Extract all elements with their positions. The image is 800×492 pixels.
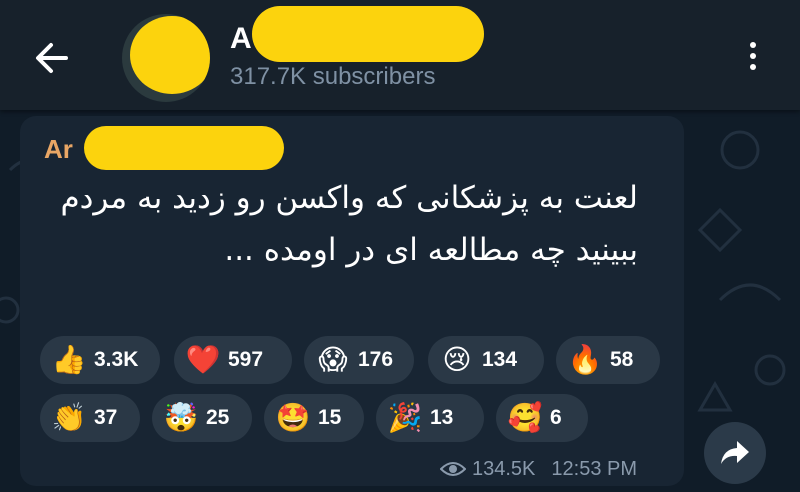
message-author[interactable]: Ar: [44, 134, 73, 165]
eye-icon: [440, 462, 466, 476]
author-redaction: [84, 126, 284, 170]
clapping-hands-icon: 👏: [51, 401, 87, 434]
channel-title[interactable]: A: [230, 22, 252, 56]
reaction-party[interactable]: 🎉 13: [376, 394, 484, 442]
reaction-count: 597: [228, 348, 264, 371]
subscriber-count: 317.7K subscribers: [230, 63, 436, 90]
avatar-redaction: [130, 16, 210, 94]
more-vertical-icon: [740, 42, 766, 70]
reaction-count: 6: [550, 406, 562, 429]
fire-icon: 🔥: [567, 343, 603, 376]
back-button[interactable]: [30, 38, 74, 78]
reaction-crying[interactable]: 😢 134: [428, 336, 544, 384]
heart-icon: ❤️: [185, 343, 221, 376]
title-redaction: [252, 6, 484, 62]
reaction-smiling-hearts[interactable]: 🥰 6: [496, 394, 588, 442]
message-meta: 134.5K 12:53 PM: [440, 456, 637, 482]
reaction-count: 134: [482, 348, 518, 371]
arrow-left-icon: [36, 43, 68, 73]
channel-header: A 317.7K subscribers: [0, 0, 800, 110]
reaction-scream[interactable]: 😱 176: [304, 336, 414, 384]
reaction-count: 3.3K: [94, 348, 139, 371]
message-text: لعنت به پزشکانی که واکسن رو زدید به مردم…: [60, 180, 638, 268]
reaction-count: 25: [206, 406, 230, 429]
reaction-count: 176: [358, 348, 394, 371]
exploding-head-icon: 🤯: [163, 401, 199, 434]
party-popper-icon: 🎉: [387, 401, 423, 434]
star-struck-icon: 🤩: [275, 401, 311, 434]
screaming-face-icon: 😱: [318, 343, 348, 376]
channel-avatar[interactable]: [122, 14, 210, 102]
share-arrow-icon: [721, 441, 749, 464]
reaction-clap[interactable]: 👏 37: [40, 394, 140, 442]
reaction-fire[interactable]: 🔥 58: [556, 336, 660, 384]
reaction-count: 15: [318, 406, 342, 429]
reaction-count: 13: [430, 406, 454, 429]
view-count: 134.5K: [472, 457, 536, 480]
reaction-thumbs-up[interactable]: 👍 3.3K: [40, 336, 160, 384]
reaction-count: 58: [610, 348, 634, 371]
crying-face-icon: 😢: [442, 343, 472, 376]
reaction-heart[interactable]: ❤️ 597: [174, 336, 292, 384]
reaction-exploding-head[interactable]: 🤯 25: [152, 394, 252, 442]
message-time: 12:53 PM: [551, 457, 637, 480]
share-button[interactable]: [704, 422, 766, 484]
reaction-count: 37: [94, 406, 118, 429]
smiling-face-hearts-icon: 🥰: [507, 401, 543, 434]
more-menu-button[interactable]: [740, 38, 766, 78]
thumbs-up-icon: 👍: [51, 343, 87, 376]
reaction-star-struck[interactable]: 🤩 15: [264, 394, 364, 442]
